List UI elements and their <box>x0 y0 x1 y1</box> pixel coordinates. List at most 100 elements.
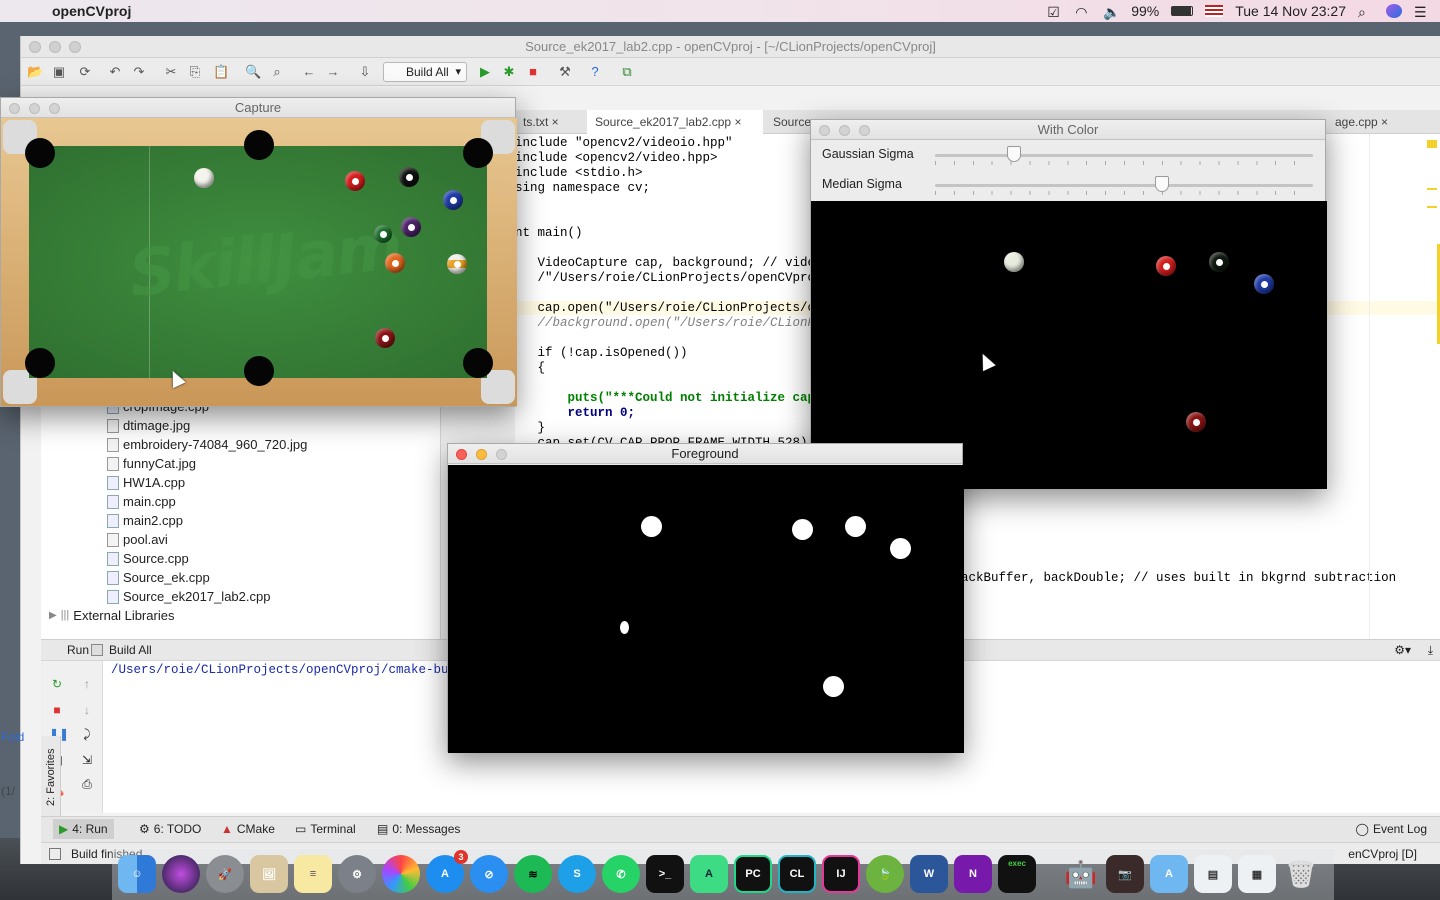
battery-percent[interactable]: 99% <box>1131 3 1159 19</box>
save-icon[interactable]: ▣ <box>51 64 67 80</box>
panel-toggle-icon[interactable] <box>49 848 61 860</box>
cut-icon[interactable]: ✂ <box>163 64 179 80</box>
redo-icon[interactable]: ↷ <box>131 64 147 80</box>
intellij-icon[interactable]: IJ <box>822 855 860 893</box>
find-icon[interactable]: 🔍 <box>245 64 261 80</box>
hide-panel-icon[interactable]: ⤓ <box>1428 640 1433 660</box>
tree-file[interactable]: Source_ek2017_lab2.cpp <box>107 587 270 606</box>
android-studio-icon[interactable]: A <box>690 855 728 893</box>
pycharm-icon[interactable]: PC <box>734 855 772 893</box>
foreground-mask-image[interactable] <box>448 465 964 753</box>
tab-run[interactable]: ▶ 4: Run <box>53 819 114 839</box>
undo-icon[interactable]: ↶ <box>107 64 123 80</box>
open-folder-icon[interactable]: 📂 <box>27 64 43 80</box>
minimize-button[interactable] <box>839 125 850 136</box>
tab-cmake[interactable]: ▲ CMake <box>221 822 275 836</box>
close-button[interactable] <box>29 41 41 53</box>
gaussian-sigma-track[interactable] <box>935 154 1313 157</box>
gaussian-sigma-thumb[interactable] <box>1007 146 1022 162</box>
tab-age-cpp[interactable]: age.cpp × <box>1327 110 1407 134</box>
rerun-icon[interactable]: ↻ <box>49 677 65 691</box>
siri-icon[interactable] <box>1386 4 1402 18</box>
finder-icon[interactable]: ☺ <box>118 855 156 893</box>
menubar-clock[interactable]: Tue 14 Nov 23:27 <box>1235 3 1346 19</box>
editor-scroll-gutter[interactable] <box>1369 134 1440 644</box>
minimize-button[interactable] <box>476 449 487 460</box>
tree-external-libraries[interactable]: ▶ ||| External Libraries <box>49 606 174 625</box>
sdk-icon[interactable]: ⧉ <box>619 64 635 80</box>
favorites-strip[interactable]: 2: Favorites ★ <box>41 736 61 866</box>
notification-center-icon[interactable]: ☰ <box>1414 4 1430 20</box>
pool-table-image[interactable]: SkillJam <box>1 118 517 406</box>
applications-folder-icon[interactable]: A <box>1150 855 1188 893</box>
debug-icon[interactable]: ✱ <box>501 64 517 80</box>
tab-messages[interactable]: ▤ 0: Messages <box>377 822 460 836</box>
battery-icon[interactable] <box>1171 6 1194 16</box>
tree-file[interactable]: funnyCat.jpg <box>107 454 196 473</box>
photo-booth-icon[interactable]: 📷 <box>1106 855 1144 893</box>
soft-wrap-icon[interactable]: ⤸ <box>79 727 95 741</box>
android-icon[interactable]: 🤖 <box>1062 855 1100 893</box>
run-configuration-select[interactable]: Build All <box>383 62 467 82</box>
skype-icon[interactable]: S <box>558 855 596 893</box>
expand-arrow-icon[interactable]: ▶ <box>49 606 57 625</box>
build-icon[interactable]: ⇩ <box>357 64 373 80</box>
settings-wrench-icon[interactable]: ⚒ <box>557 64 573 80</box>
change-marker[interactable] <box>1427 188 1437 208</box>
documents-stack-icon[interactable]: ▤ <box>1194 855 1232 893</box>
run-output-text[interactable]: /Users/roie/CLionProjects/openCVproj/cma… <box>111 661 471 679</box>
status-right-text[interactable]: enCVproj [D] <box>1348 843 1417 865</box>
clion-icon[interactable]: CL <box>778 855 816 893</box>
event-log[interactable]: ◯ Event Log <box>1356 822 1427 836</box>
photos-icon[interactable] <box>382 855 420 893</box>
minimize-button[interactable] <box>29 103 40 114</box>
print-icon[interactable]: ⎙ <box>79 777 95 791</box>
flag-input-icon[interactable] <box>1205 5 1224 17</box>
tree-file[interactable]: main.cpp <box>107 492 176 511</box>
tree-file[interactable]: pool.avi <box>107 530 168 549</box>
volume-icon[interactable]: 🔈 <box>1103 4 1120 20</box>
gear-icon[interactable]: ⚙▾ <box>1394 640 1411 660</box>
safari-icon[interactable]: ⊘ <box>470 855 508 893</box>
minimize-button[interactable] <box>49 41 61 53</box>
median-sigma-track[interactable] <box>935 184 1313 187</box>
exec-icon[interactable]: exec <box>998 855 1036 893</box>
close-button[interactable] <box>9 103 20 114</box>
close-button[interactable] <box>819 125 830 136</box>
help-icon[interactable]: ? <box>587 64 603 80</box>
wifi-icon[interactable]: ◠ <box>1075 4 1091 20</box>
close-button[interactable] <box>456 449 467 460</box>
scroll-to-end-icon[interactable]: ⇲ <box>79 753 95 767</box>
tab-terminal[interactable]: ▭ Terminal <box>295 822 356 836</box>
zoom-button[interactable] <box>859 125 870 136</box>
word-icon[interactable]: W <box>910 855 948 893</box>
spotify-icon[interactable]: ≋ <box>514 855 552 893</box>
checkbox-status-icon[interactable]: ☑ <box>1047 4 1063 20</box>
screenshots-stack-icon[interactable]: ▦ <box>1238 855 1276 893</box>
trash-icon[interactable]: 🗑 <box>1282 855 1320 893</box>
tree-file[interactable]: HW1A.cpp <box>107 473 185 492</box>
app-store-icon[interactable]: A3 <box>426 850 468 893</box>
system-preferences-icon[interactable]: ⚙ <box>338 855 376 893</box>
zoom-button[interactable] <box>49 103 60 114</box>
sync-icon[interactable]: ⟳ <box>77 64 93 80</box>
copy-icon[interactable]: ⎘ <box>187 64 203 80</box>
warning-marker[interactable] <box>1427 140 1437 148</box>
stop-icon[interactable]: ■ <box>49 703 65 717</box>
menubar-app-name[interactable]: openCVproj <box>52 3 131 19</box>
tab-todo[interactable]: ⚙ 6: TODO <box>139 822 201 836</box>
terminal-icon[interactable]: >_ <box>646 855 684 893</box>
tree-file[interactable]: embroidery-74084_960_720.jpg <box>107 435 307 454</box>
spring-icon[interactable]: 🍃 <box>866 855 904 893</box>
tab-ts-txt[interactable]: ts.txt × <box>515 110 585 134</box>
median-sigma-thumb[interactable] <box>1154 176 1169 192</box>
zoom-button[interactable] <box>496 449 507 460</box>
tree-file[interactable]: Source_ek.cpp <box>107 568 210 587</box>
run-config-name[interactable]: Build All <box>109 640 152 660</box>
tree-file[interactable]: Source.cpp <box>107 549 189 568</box>
forward-icon[interactable]: → <box>325 64 341 80</box>
run-icon[interactable]: ▶ <box>477 64 493 80</box>
spotlight-icon[interactable]: ⌕ <box>1358 4 1374 20</box>
replace-icon[interactable]: ⌕ <box>269 64 285 80</box>
preview-icon[interactable]: 🖼 <box>250 855 288 893</box>
